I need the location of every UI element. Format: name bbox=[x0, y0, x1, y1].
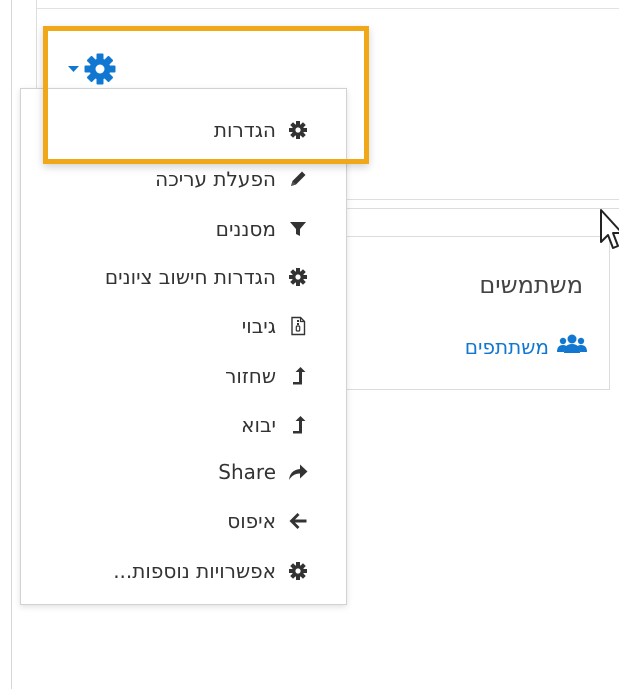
gear-icon bbox=[288, 561, 308, 581]
menu-item-label: הגדרות חישוב ציונים bbox=[104, 265, 276, 289]
menu-item-more-options[interactable]: אפשרויות נוספות... bbox=[113, 556, 308, 586]
actions-dropdown-menu: הגדרות הפעלת עריכה מסננים הגדרות חישוב צ… bbox=[20, 88, 347, 605]
menu-item-label: גיבוי bbox=[241, 314, 276, 338]
menu-item-turn-editing-on[interactable]: הפעלת עריכה bbox=[155, 164, 308, 194]
menu-item-restore[interactable]: שחזור bbox=[225, 361, 308, 391]
caret-down-icon bbox=[68, 66, 79, 72]
menu-item-label: מסננים bbox=[215, 217, 276, 241]
menu-item-label: שחזור bbox=[225, 364, 276, 388]
gear-icon bbox=[288, 267, 308, 287]
menu-item-label: אפשרויות נוספות... bbox=[113, 559, 276, 583]
users-icon bbox=[557, 333, 587, 360]
arrow-left-icon bbox=[288, 511, 308, 531]
menu-item-settings[interactable]: הגדרות bbox=[214, 115, 308, 145]
menu-item-label: Share bbox=[218, 460, 276, 484]
menu-item-label: יבוא bbox=[241, 413, 276, 437]
filter-icon bbox=[288, 219, 308, 239]
users-block: משתמשים משתתפים bbox=[340, 236, 610, 390]
menu-item-gradebook-setup[interactable]: הגדרות חישוב ציונים bbox=[105, 262, 308, 292]
panel-top-line bbox=[37, 8, 619, 9]
menu-item-label: איפוס bbox=[227, 509, 276, 533]
menu-item-backup[interactable]: גיבוי bbox=[242, 311, 308, 341]
gear-icon bbox=[84, 53, 116, 85]
menu-item-label: הפעלת עריכה bbox=[155, 167, 276, 191]
level-up-icon bbox=[288, 366, 308, 386]
participants-link[interactable]: משתתפים bbox=[465, 333, 587, 360]
participants-link-label: משתתפים bbox=[464, 334, 549, 359]
menu-item-label: הגדרות bbox=[213, 118, 276, 142]
menu-item-reset[interactable]: איפוס bbox=[227, 506, 308, 536]
level-up-icon bbox=[288, 415, 308, 435]
block-top-divider bbox=[340, 208, 619, 209]
share-icon bbox=[288, 462, 308, 482]
block-title: משתמשים bbox=[479, 271, 583, 299]
mouse-cursor-icon bbox=[600, 209, 619, 249]
page-left-border bbox=[11, 0, 12, 689]
menu-item-share[interactable]: Share bbox=[218, 457, 308, 487]
gear-icon bbox=[288, 120, 308, 140]
menu-item-import[interactable]: יבוא bbox=[241, 410, 308, 440]
menu-item-filters[interactable]: מסננים bbox=[216, 214, 308, 244]
file-archive-icon bbox=[288, 316, 308, 336]
actions-menu-toggle[interactable] bbox=[68, 52, 117, 86]
pencil-icon bbox=[288, 169, 308, 189]
